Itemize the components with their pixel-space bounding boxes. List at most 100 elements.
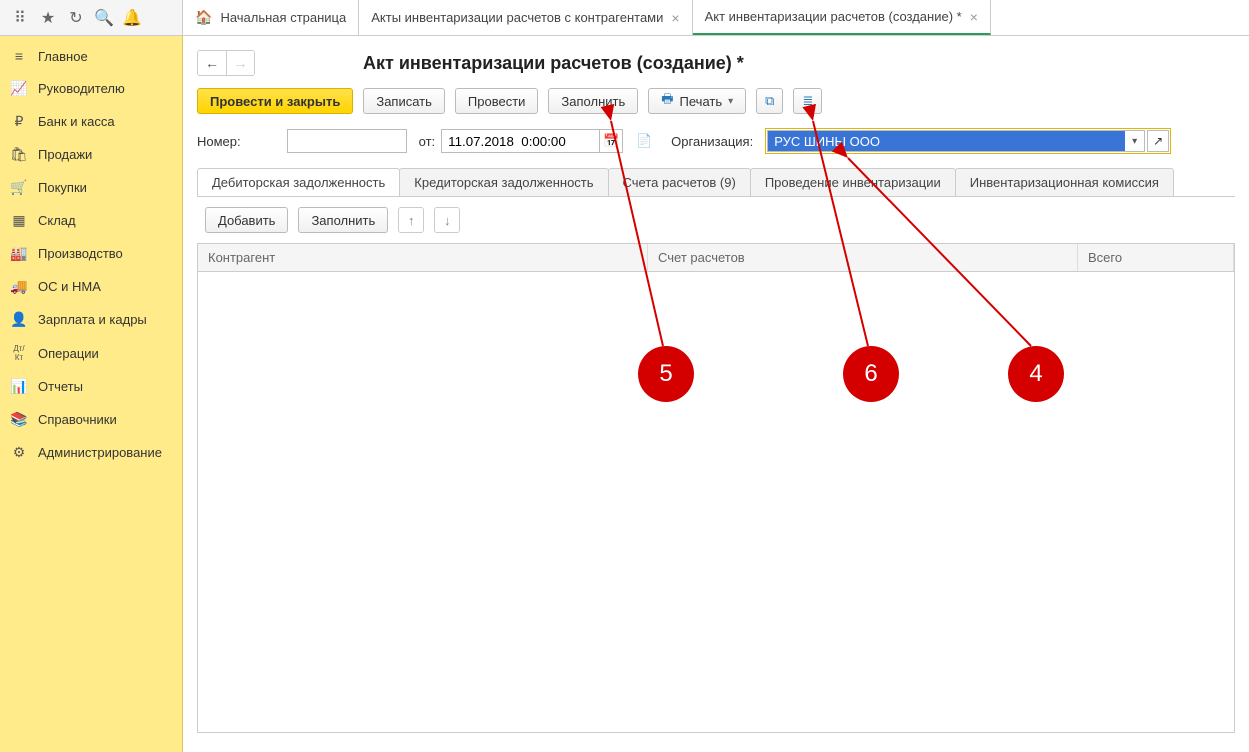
sidebar-item-bank[interactable]: ₽ Банк и касса <box>0 105 182 138</box>
fill-button[interactable]: Заполнить <box>548 88 638 114</box>
sidebar-item-reports[interactable]: 📊Отчеты <box>0 370 182 403</box>
tab-label: Акт инвентаризации расчетов (создание) * <box>705 9 962 24</box>
home-icon: 🏠 <box>195 9 212 26</box>
back-button[interactable]: ← <box>198 51 226 75</box>
printer-icon: 🖶 <box>661 90 673 112</box>
tab-act-create[interactable]: Акт инвентаризации расчетов (создание) *… <box>693 0 991 35</box>
sidebar-label: Зарплата и кадры <box>38 312 147 327</box>
sidebar-item-main[interactable]: ≡Главное <box>0 40 182 72</box>
dtkt-icon: Дт/Кт <box>10 344 28 362</box>
sidebar-label: Продажи <box>38 147 92 162</box>
org-open-button[interactable]: ↗ <box>1147 130 1169 152</box>
page-title: Акт инвентаризации расчетов (создание) * <box>363 53 744 74</box>
sidebar-label: ОС и НМА <box>38 279 101 294</box>
sidebar-item-operations[interactable]: Дт/Кт Операции <box>0 336 182 370</box>
fill-rows-button[interactable]: Заполнить <box>298 207 388 233</box>
gear-icon: ⚙ <box>10 444 28 461</box>
tab-label: Акты инвентаризации расчетов с контраген… <box>371 10 663 25</box>
print-button[interactable]: 🖶Печать▾ <box>648 88 746 114</box>
sidebar-item-hr[interactable]: 👤 Зарплата и кадры <box>0 303 182 336</box>
chevron-down-icon: ▾ <box>728 96 733 107</box>
subtab-credit[interactable]: Кредиторская задолженность <box>399 168 608 196</box>
save-button[interactable]: Записать <box>363 88 445 114</box>
subtab-accounts[interactable]: Счета расчетов (9) <box>608 168 751 196</box>
forward-button[interactable]: → <box>226 51 254 75</box>
post-close-button[interactable]: Провести и закрыть <box>197 88 353 114</box>
sidebar-item-catalogs[interactable]: 📚 Справочники <box>0 403 182 436</box>
grid-header: Контрагент Счет расчетов Всего <box>198 244 1234 272</box>
sidebar-item-warehouse[interactable]: ▦ Склад <box>0 204 182 237</box>
calendar-icon: 📅 <box>603 133 619 149</box>
person-icon: 👤 <box>10 311 28 328</box>
bars-icon: 📊 <box>10 378 28 395</box>
main-content: ← → Акт инвентаризации расчетов (создани… <box>183 36 1249 752</box>
sidebar-label: Справочники <box>38 412 117 427</box>
subtab-commission[interactable]: Инвентаризационная комиссия <box>955 168 1174 196</box>
bell-icon[interactable]: 🔔 <box>118 4 146 32</box>
sidebar-item-purchases[interactable]: 🛒Покупки <box>0 171 182 204</box>
sidebar-label: Производство <box>38 246 123 261</box>
sidebar-label: Руководителю <box>38 81 125 96</box>
sidebar-item-production[interactable]: 🏭 Производство <box>0 237 182 270</box>
sidebar-label: Банк и касса <box>38 114 115 129</box>
nav-buttons: ← → <box>197 50 255 76</box>
doc-state-button[interactable]: 📄 <box>633 129 655 153</box>
add-row-button[interactable]: Добавить <box>205 207 288 233</box>
col-account[interactable]: Счет расчетов <box>648 244 1078 271</box>
list-icon: ≣ <box>802 93 813 109</box>
arrow-up-icon: ↑ <box>408 213 415 228</box>
post-button[interactable]: Провести <box>455 88 539 114</box>
chart-icon: 📈 <box>10 80 28 97</box>
col-total[interactable]: Всего <box>1078 244 1234 271</box>
grid-icon: ▦ <box>10 212 28 229</box>
link-icon: ⧉ <box>765 93 774 109</box>
close-icon[interactable]: × <box>671 10 679 26</box>
org-input[interactable] <box>767 130 1125 152</box>
bag-icon: 🛍 <box>10 146 28 163</box>
sidebar-label: Операции <box>38 346 99 361</box>
subtab-inventory[interactable]: Проведение инвентаризации <box>750 168 956 196</box>
menu-icon: ≡ <box>10 48 28 64</box>
search-icon[interactable]: 🔍 <box>90 4 118 32</box>
arrow-down-icon: ↓ <box>444 213 451 228</box>
calendar-button[interactable]: 📅 <box>599 129 623 153</box>
sidebar-label: Администрирование <box>38 445 162 460</box>
org-label: Организация: <box>671 134 753 149</box>
history-icon[interactable]: ↻ <box>62 4 90 32</box>
topbar-icons: ⠿ ★ ↻ 🔍 🔔 <box>0 0 183 35</box>
from-label: от: <box>419 134 436 149</box>
factory-icon: 🏭 <box>10 245 28 262</box>
star-icon[interactable]: ★ <box>34 4 62 32</box>
subtabs: Дебиторская задолженность Кредиторская з… <box>197 168 1235 197</box>
number-label: Номер: <box>197 134 241 149</box>
number-input[interactable] <box>287 129 407 153</box>
col-contractor[interactable]: Контрагент <box>198 244 648 271</box>
open-icon: ↗ <box>1153 134 1163 148</box>
tab-acts-list[interactable]: Акты инвентаризации расчетов с контраген… <box>359 0 692 35</box>
books-icon: 📚 <box>10 411 28 428</box>
apps-icon[interactable]: ⠿ <box>6 4 34 32</box>
structure-button[interactable]: ⧉ <box>756 88 783 114</box>
subtab-debit[interactable]: Дебиторская задолженность <box>197 168 400 196</box>
close-icon[interactable]: × <box>970 9 978 25</box>
sidebar: ≡Главное 📈 Руководителю ₽ Банк и касса 🛍 Пр… <box>0 36 183 752</box>
move-down-button[interactable]: ↓ <box>434 207 460 233</box>
sidebar-item-manager[interactable]: 📈 Руководителю <box>0 72 182 105</box>
sidebar-label: Покупки <box>38 180 87 195</box>
org-field-wrap: ▾ ↗ <box>765 128 1171 154</box>
tab-home[interactable]: 🏠 Начальная страница <box>183 0 359 35</box>
sidebar-item-admin[interactable]: ⚙ Администрирование <box>0 436 182 469</box>
date-input[interactable] <box>441 129 599 153</box>
list-view-button[interactable]: ≣ <box>793 88 822 114</box>
grid-body[interactable] <box>198 272 1234 732</box>
form-row: Номер: от: 📅 📄 Организация: ▾ ↗ <box>197 128 1235 154</box>
tab-label: Начальная страница <box>220 10 346 25</box>
sidebar-item-assets[interactable]: 🚚ОС и НМА <box>0 270 182 303</box>
org-dropdown-button[interactable]: ▾ <box>1125 130 1145 152</box>
subtoolbar: Добавить Заполнить ↑ ↓ <box>197 197 1235 243</box>
chevron-down-icon: ▾ <box>1132 136 1137 147</box>
sidebar-item-sales[interactable]: 🛍 Продажи <box>0 138 182 171</box>
sidebar-label: Склад <box>38 213 76 228</box>
ruble-icon: ₽ <box>10 113 28 130</box>
move-up-button[interactable]: ↑ <box>398 207 424 233</box>
